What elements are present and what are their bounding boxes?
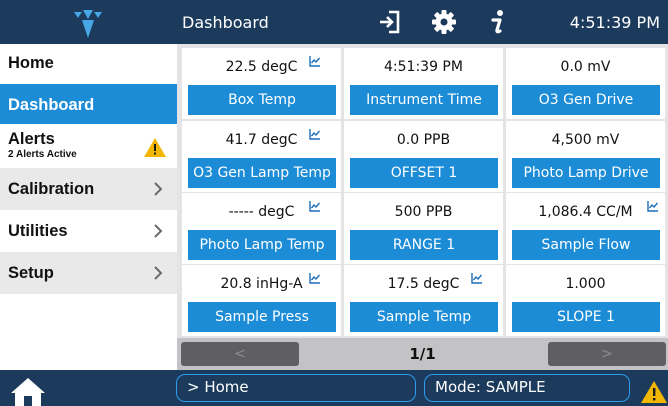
tile-value: 4:51:39 PM	[384, 59, 463, 75]
tile-sample-flow[interactable]: 1,086.4 CC/M Sample Flow	[506, 193, 665, 264]
prev-page-button[interactable]: <	[181, 342, 299, 366]
tile-label: OFFSET 1	[350, 158, 498, 188]
chevron-right-icon	[154, 182, 163, 196]
bottom-bar: > Home Mode: SAMPLE	[0, 370, 668, 406]
alerts-count: 2 Alerts Active	[8, 149, 77, 160]
tile-sample-temp[interactable]: 17.5 degC Sample Temp	[344, 265, 503, 336]
tile-value: 500 PPB	[394, 204, 453, 220]
next-page-button[interactable]: >	[548, 342, 666, 366]
tile-offset-1[interactable]: 0.0 PPB OFFSET 1	[344, 121, 503, 192]
tile-label: O3 Gen Drive	[512, 85, 660, 115]
tile-label: SLOPE 1	[512, 302, 660, 332]
page-title: Dashboard	[182, 13, 269, 32]
sidebar-item-label: Alerts	[8, 130, 55, 148]
logo	[0, 0, 178, 44]
sidebar-item-calibration[interactable]: Calibration	[0, 168, 177, 210]
trend-chart-icon[interactable]	[309, 200, 321, 212]
sidebar-item-dashboard[interactable]: Dashboard	[0, 84, 177, 124]
info-icon[interactable]	[484, 8, 512, 36]
sidebar-item-home[interactable]: Home	[0, 44, 177, 84]
sidebar-item-label: Setup	[8, 264, 54, 282]
tile-sample-press[interactable]: 20.8 inHg-A Sample Press	[182, 265, 341, 336]
logo-icon	[0, 0, 178, 44]
gear-icon[interactable]	[430, 8, 458, 36]
tile-o3-gen-lamp-temp[interactable]: 41.7 degC O3 Gen Lamp Temp	[182, 121, 341, 192]
tile-label: RANGE 1	[350, 230, 498, 260]
chevron-right-icon	[154, 224, 163, 238]
trend-chart-icon[interactable]	[309, 272, 321, 284]
clock: 4:51:39 PM	[569, 13, 660, 32]
tile-label: Box Temp	[188, 85, 336, 115]
home-icon[interactable]	[8, 376, 48, 406]
sidebar-item-label: Home	[8, 54, 54, 72]
tile-range-1[interactable]: 500 PPB RANGE 1	[344, 193, 503, 264]
warning-icon[interactable]	[640, 380, 668, 404]
tile-instrument-time[interactable]: 4:51:39 PM Instrument Time	[344, 48, 503, 119]
tile-label: O3 Gen Lamp Temp	[188, 158, 336, 188]
tile-slope-1[interactable]: 1.000 SLOPE 1	[506, 265, 665, 336]
tile-value: 0.0 mV	[560, 59, 611, 75]
tile-photo-lamp-temp[interactable]: ----- degC Photo Lamp Temp	[182, 193, 341, 264]
sidebar-item-label: Calibration	[8, 180, 95, 198]
tile-o3-gen-drive[interactable]: 0.0 mV O3 Gen Drive	[506, 48, 665, 119]
trend-chart-icon[interactable]	[309, 55, 321, 67]
tile-photo-lamp-drive[interactable]: 4,500 mV Photo Lamp Drive	[506, 121, 665, 192]
mode-indicator: Mode: SAMPLE	[424, 374, 630, 402]
sidebar-item-label: Dashboard	[8, 96, 95, 114]
trend-chart-icon[interactable]	[309, 128, 321, 140]
tile-label: Sample Press	[188, 302, 336, 332]
tile-value: 0.0 PPB	[396, 132, 451, 148]
pager: 1/1 < >	[177, 338, 668, 370]
tile-value: 1,086.4 CC/M	[538, 204, 633, 220]
trend-chart-icon[interactable]	[471, 272, 483, 284]
trend-chart-icon[interactable]	[647, 200, 659, 212]
tile-label: Sample Flow	[512, 230, 660, 260]
sidebar: Home Dashboard Alerts 2 Alerts Active Ca…	[0, 44, 177, 370]
sidebar-item-setup[interactable]: Setup	[0, 252, 177, 294]
tile-label: Instrument Time	[350, 85, 498, 115]
sidebar-item-utilities[interactable]: Utilities	[0, 210, 177, 252]
tile-value: 4,500 mV	[551, 132, 620, 148]
chevron-right-icon	[154, 266, 163, 280]
tile-box-temp[interactable]: 22.5 degC Box Temp	[182, 48, 341, 119]
top-bar: Dashboard 4:51:39 PM	[0, 0, 668, 44]
warning-icon	[144, 138, 166, 157]
tile-label: Sample Temp	[350, 302, 498, 332]
tile-value: 1.000	[565, 276, 606, 292]
tile-label: Photo Lamp Drive	[512, 158, 660, 188]
tile-label: Photo Lamp Temp	[188, 230, 336, 260]
sign-in-icon[interactable]	[376, 8, 404, 36]
breadcrumb[interactable]: > Home	[176, 374, 416, 402]
sidebar-item-alerts[interactable]: Alerts 2 Alerts Active	[0, 124, 177, 168]
dashboard-grid: 22.5 degC Box Temp 4:51:39 PM Instrument…	[177, 44, 668, 370]
sidebar-item-label: Utilities	[8, 222, 68, 240]
